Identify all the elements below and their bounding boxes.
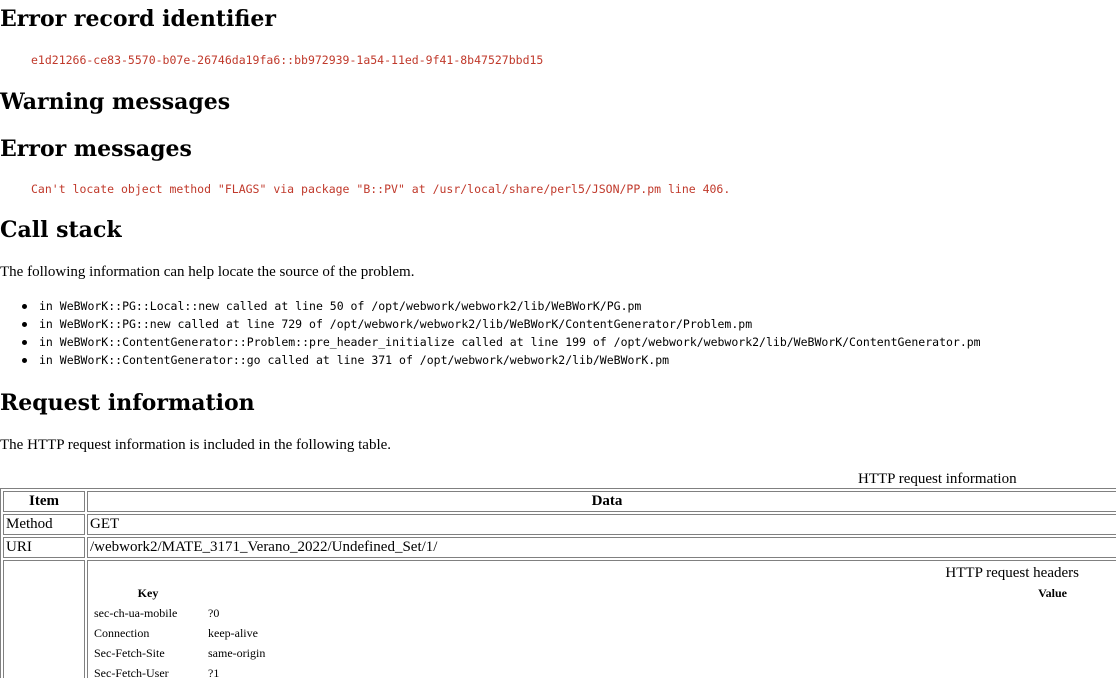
header-value: ?0 <box>208 606 220 620</box>
call-stack-heading: Call stack <box>0 217 122 243</box>
cell-data: GET <box>87 514 1116 535</box>
header-value: ?1 <box>208 666 220 678</box>
headers-table-row: Connection keep-alive <box>92 624 1116 642</box>
column-header-item: Item <box>3 491 85 512</box>
headers-column-key: Key <box>137 586 159 600</box>
error-messages-heading: Error messages <box>0 136 192 162</box>
warning-messages-heading: Warning messages <box>0 89 231 115</box>
header-value: same-origin <box>208 646 266 660</box>
request-table-container: Item Data Method GET URI /webwork2/MATE_… <box>0 488 1116 678</box>
cell-data-headers: HTTP request headers Key Value sec-ch-ua… <box>87 560 1116 678</box>
cell-item: URI <box>3 537 85 558</box>
column-header-data: Data <box>87 491 1116 512</box>
table-header-row: Item Data <box>3 491 1116 512</box>
call-stack-item: in WeBWorK::PG::new called at line 729 o… <box>0 315 981 333</box>
request-info-intro: The HTTP request information is included… <box>0 437 392 453</box>
header-key: Sec-Fetch-User <box>94 666 169 678</box>
call-stack-text: in WeBWorK::PG::Local::new called at lin… <box>39 299 642 313</box>
call-stack-item: in WeBWorK::PG::Local::new called at lin… <box>0 297 981 315</box>
error-record-id: e1d21266-ce83-5570-b07e-26746da19fa6::bb… <box>31 53 544 67</box>
table-row: HTTP request headers Key Value sec-ch-ua… <box>3 560 1116 678</box>
call-stack-list: in WeBWorK::PG::Local::new called at lin… <box>0 297 981 369</box>
bullet-icon <box>22 322 27 327</box>
bullet-icon <box>22 304 27 309</box>
bullet-icon <box>22 358 27 363</box>
error-record-heading: Error record identifier <box>0 6 276 32</box>
header-key: sec-ch-ua-mobile <box>94 606 178 620</box>
header-key: Sec-Fetch-Site <box>94 646 165 660</box>
request-table-caption: HTTP request information <box>858 471 1017 487</box>
call-stack-item: in WeBWorK::ContentGenerator::go called … <box>0 351 981 369</box>
cell-item <box>3 560 85 678</box>
header-value: keep-alive <box>208 626 258 640</box>
bullet-icon <box>22 340 27 345</box>
call-stack-text: in WeBWorK::ContentGenerator::Problem::p… <box>39 335 981 349</box>
headers-table-row: Sec-Fetch-Site same-origin <box>92 644 1116 662</box>
headers-table-row: sec-ch-ua-mobile ?0 <box>92 604 1116 622</box>
cell-item: Method <box>3 514 85 535</box>
headers-table-header-row: Key Value <box>92 584 1116 602</box>
request-info-heading: Request information <box>0 390 255 416</box>
call-stack-text: in WeBWorK::PG::new called at line 729 o… <box>39 317 753 331</box>
header-key: Connection <box>94 626 150 640</box>
headers-column-value: Value <box>1038 586 1067 600</box>
table-row: Method GET <box>3 514 1116 535</box>
call-stack-intro: The following information can help locat… <box>0 264 415 280</box>
call-stack-item: in WeBWorK::ContentGenerator::Problem::p… <box>0 333 981 351</box>
table-row: URI /webwork2/MATE_3171_Verano_2022/Unde… <box>3 537 1116 558</box>
headers-table: Key Value sec-ch-ua-mobile ?0 Connection… <box>90 582 1116 678</box>
error-message: Can't locate object method "FLAGS" via p… <box>31 182 731 196</box>
cell-data: /webwork2/MATE_3171_Verano_2022/Undefine… <box>87 537 1116 558</box>
headers-table-row: Sec-Fetch-User ?1 <box>92 664 1116 678</box>
call-stack-text: in WeBWorK::ContentGenerator::go called … <box>39 353 670 367</box>
headers-table-caption: HTTP request headers <box>945 565 1079 581</box>
request-table: Item Data Method GET URI /webwork2/MATE_… <box>0 488 1116 678</box>
